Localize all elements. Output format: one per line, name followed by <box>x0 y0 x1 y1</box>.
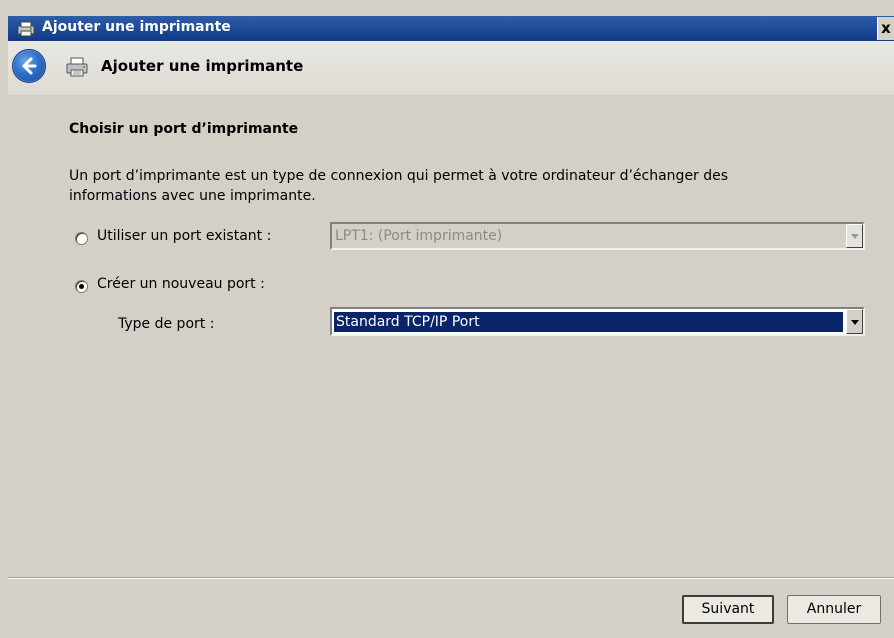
existing-port-label[interactable]: Utiliser un port existant : <box>97 228 271 244</box>
add-printer-window: Ajouter une imprimante x Ajouter une imp… <box>0 0 894 638</box>
back-button[interactable] <box>12 49 46 83</box>
cancel-button[interactable]: Annuler <box>787 595 881 624</box>
wizard-title: Ajouter une imprimante <box>101 57 304 75</box>
title-bar[interactable]: Ajouter une imprimante x <box>8 16 894 41</box>
existing-port-value: LPT1: (Port imprimante) <box>335 228 503 244</box>
port-type-value: Standard TCP/IP Port <box>334 312 843 332</box>
radio-existing-port[interactable] <box>75 232 88 245</box>
footer-separator-highlight <box>8 578 894 579</box>
existing-port-dropdown-arrow <box>846 224 863 248</box>
close-button[interactable]: x <box>877 17 894 40</box>
section-title: Choisir un port d’imprimante <box>69 121 299 137</box>
wizard-content: Choisir un port d’imprimante Un port d’i… <box>8 95 894 577</box>
port-type-select[interactable]: Standard TCP/IP Port <box>330 307 865 336</box>
chevron-down-icon <box>851 320 859 325</box>
existing-port-select: LPT1: (Port imprimante) <box>330 222 865 250</box>
section-description: Un port d’imprimante est un type de conn… <box>69 168 729 204</box>
chevron-down-icon <box>851 234 859 239</box>
printer-icon <box>66 57 88 77</box>
printer-window-icon <box>17 21 35 37</box>
new-port-label[interactable]: Créer un nouveau port : <box>97 276 265 292</box>
wizard-header: Ajouter une imprimante <box>8 41 894 95</box>
window-title: Ajouter une imprimante <box>42 19 231 35</box>
port-type-label: Type de port : <box>118 316 215 332</box>
radio-new-port[interactable] <box>75 280 88 293</box>
next-button[interactable]: Suivant <box>682 595 774 624</box>
port-type-dropdown-arrow[interactable] <box>846 309 863 334</box>
radio-selected-dot <box>79 284 84 289</box>
back-arrow-icon <box>22 57 37 75</box>
close-icon: x <box>881 19 891 37</box>
